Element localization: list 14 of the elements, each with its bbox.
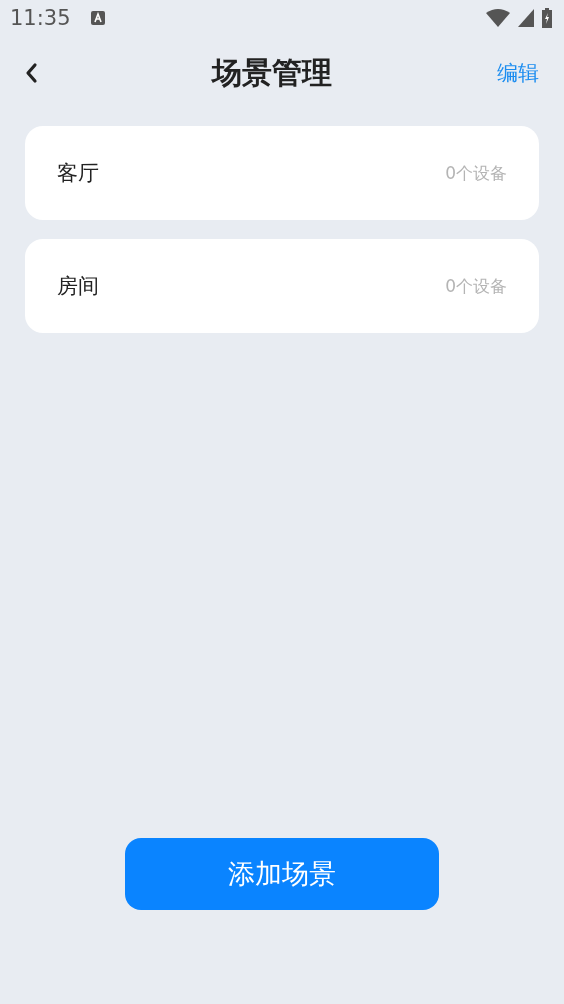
chevron-left-icon (24, 62, 38, 84)
status-time: 11:35 (10, 6, 71, 30)
page-title: 场景管理 (211, 53, 332, 92)
scene-name: 客厅 (57, 160, 99, 187)
battery-icon (542, 8, 552, 28)
device-count: 0个设备 (445, 274, 507, 298)
add-scene-button[interactable]: 添加场景 (125, 838, 439, 910)
scene-card[interactable]: 客厅 0个设备 (25, 126, 539, 220)
device-count: 0个设备 (445, 161, 507, 185)
signal-icon (518, 9, 534, 27)
keyboard-notification-icon (90, 11, 105, 25)
scene-card[interactable]: 房间 0个设备 (25, 239, 539, 333)
wifi-icon (486, 9, 510, 27)
scene-name: 房间 (57, 273, 99, 300)
